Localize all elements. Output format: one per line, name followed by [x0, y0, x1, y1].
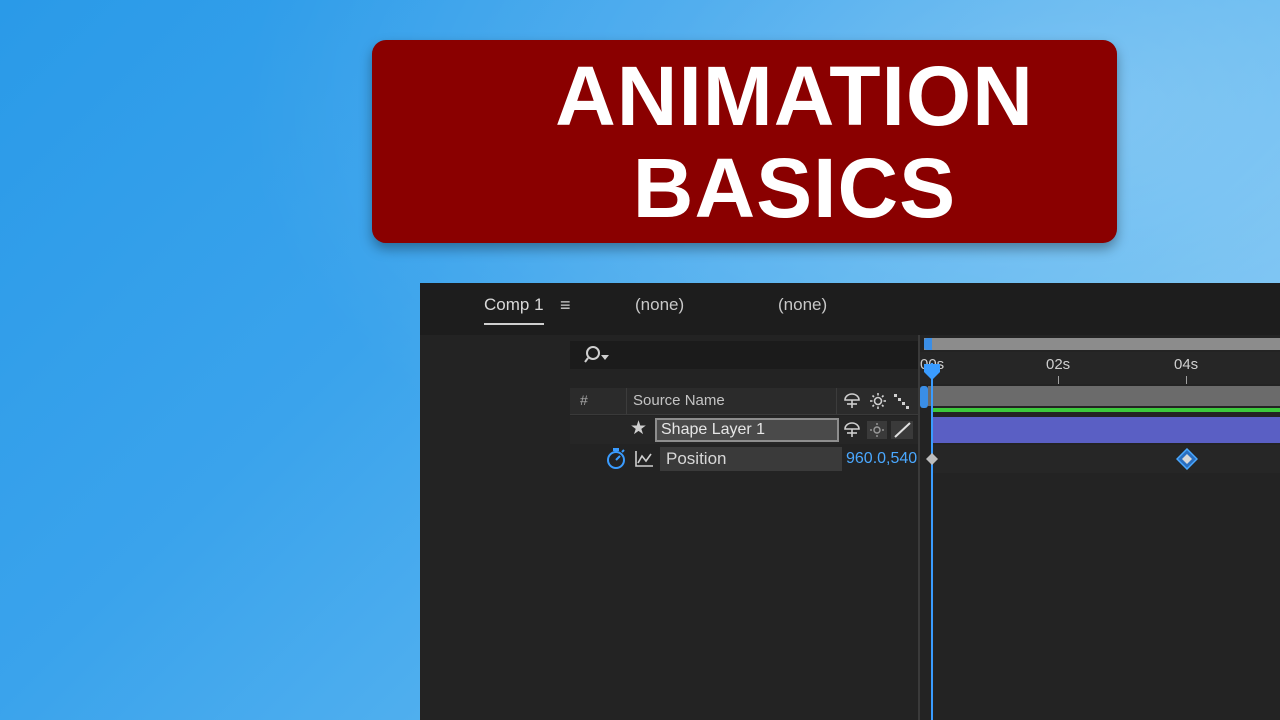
tab-none-1[interactable]: (none): [635, 295, 684, 315]
shy-icon: [844, 422, 860, 437]
title-banner: ANIMATION BASICS: [372, 40, 1117, 243]
search-icon[interactable]: [584, 345, 610, 365]
quality-icon: [894, 394, 909, 409]
column-source-name[interactable]: Source Name: [633, 392, 725, 409]
keyframe-diamond-icon[interactable]: [926, 453, 938, 465]
layer-name-field[interactable]: Shape Layer 1: [655, 418, 839, 442]
work-area-start-handle[interactable]: [924, 338, 932, 350]
layer-switches[interactable]: [842, 420, 918, 440]
work-area-bar[interactable]: [924, 338, 1280, 350]
playhead-handle[interactable]: [923, 363, 941, 381]
shy-icon: [844, 393, 860, 408]
sun-icon: [870, 393, 886, 409]
column-number[interactable]: #: [580, 392, 588, 408]
keyframe-track: [932, 445, 1280, 473]
property-name-label: Position: [660, 447, 842, 471]
position-value[interactable]: 960.0,540.0: [846, 447, 920, 471]
tab-none-2[interactable]: (none): [778, 295, 827, 315]
column-divider: [626, 388, 627, 414]
layer-row-shape-layer-1[interactable]: ★ Shape Layer 1: [570, 416, 920, 444]
tick-mark: [1058, 376, 1059, 384]
tab-comp-1[interactable]: Comp 1: [484, 295, 544, 325]
time-ruler[interactable]: 00s 02s 04s: [920, 352, 1280, 384]
timeline-area[interactable]: 00s 02s 04s: [920, 335, 1280, 720]
tick-mark: [1186, 376, 1187, 384]
comp-bar-handle[interactable]: [920, 386, 928, 408]
switches-header-icons: [844, 393, 909, 409]
layer-duration-line: [932, 408, 1280, 412]
comp-bar: [928, 386, 1280, 406]
after-effects-timeline-panel: Comp 1 ≡ (none) (none) # Source Name ★ S…: [420, 283, 1280, 720]
star-icon: ★: [630, 418, 648, 439]
tick-label-02s: 02s: [1046, 356, 1071, 373]
title-line-1: ANIMATION: [555, 48, 1034, 143]
playhead-line[interactable]: [931, 363, 933, 720]
panel-tab-bar: Comp 1 ≡ (none) (none): [420, 283, 1280, 335]
column-divider: [836, 388, 837, 414]
stopwatch-icon[interactable]: [606, 448, 626, 470]
panel-menu-icon[interactable]: ≡: [560, 295, 571, 316]
graph-editor-icon[interactable]: [634, 450, 654, 468]
shape-layer-duration-bar[interactable]: [932, 417, 1280, 443]
property-row-position[interactable]: Position 960.0,540.0: [570, 445, 920, 473]
tick-label-04s: 04s: [1174, 356, 1199, 373]
layer-column-header: # Source Name: [570, 388, 920, 415]
title-line-2: BASICS: [632, 140, 957, 235]
keyframe-diamond-selected-icon[interactable]: [1176, 448, 1198, 470]
layer-search-field[interactable]: [570, 341, 918, 369]
